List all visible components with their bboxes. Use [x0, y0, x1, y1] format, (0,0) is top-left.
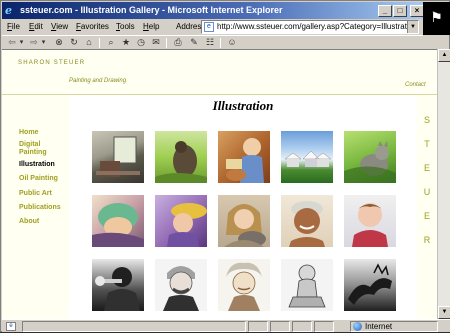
edit-icon[interactable]: ✎ [188, 36, 200, 49]
vertical-letter: E [423, 163, 430, 173]
menu-favorites[interactable]: Favorites [76, 19, 109, 35]
site-header: SHARON STEUER Painting and Drawing Conta… [2, 50, 437, 95]
forward-arrow-icon[interactable]: ⇨ [28, 36, 40, 49]
home-icon[interactable]: ⌂ [83, 36, 95, 49]
stop-icon[interactable]: ⊗ [53, 36, 65, 49]
menu-file[interactable]: File [7, 19, 20, 35]
status-panel [22, 321, 246, 332]
windows-logo-throbber: ⚑ [423, 2, 450, 35]
menu-view[interactable]: View [51, 19, 68, 35]
site-tagline: Painting and Drawing [69, 78, 127, 84]
status-bar: e Internet [2, 319, 450, 332]
vertical-name-strip: S T E U E R [417, 95, 437, 319]
favorites-icon[interactable]: ★ [120, 36, 132, 49]
mark-twain-portrait-thumbnail[interactable] [155, 259, 207, 311]
menu-help[interactable]: Help [143, 19, 159, 35]
status-panel [248, 321, 268, 332]
dog-in-grass-thumbnail[interactable] [155, 131, 207, 183]
nav-item-illustration[interactable]: Illustration [19, 161, 67, 169]
maximize-button[interactable]: □ [393, 5, 407, 17]
gallery-main: Illustration [69, 95, 417, 319]
address-dropdown-icon[interactable]: ▼ [407, 21, 418, 33]
snowy-village-thumbnail[interactable] [281, 131, 333, 183]
vertical-letter: R [423, 235, 431, 245]
discuss-icon[interactable]: ☷ [204, 36, 216, 49]
sidebar-nav: Home Digital Painting Illustration Oil P… [2, 95, 69, 319]
smiling-child-thumbnail[interactable] [281, 195, 333, 247]
search-icon[interactable]: ⌕ [105, 36, 117, 49]
status-panel [270, 321, 290, 332]
address-bar[interactable]: e http://www.ssteuer.com/gallery.asp?Cat… [201, 20, 419, 34]
window-title: ssteuer.com - Illustration Gallery - Mic… [20, 5, 283, 15]
close-button[interactable]: × [410, 5, 424, 17]
page-viewport: SHARON STEUER Painting and Drawing Conta… [2, 49, 437, 319]
page-icon: e [204, 22, 214, 32]
mail-icon[interactable]: ✉ [150, 36, 162, 49]
status-panel [292, 321, 312, 332]
nav-item-digital-painting[interactable]: Digital Painting [19, 141, 67, 157]
girl-in-hat-thumbnail[interactable] [155, 195, 207, 247]
refresh-icon[interactable]: ↻ [68, 36, 80, 49]
scroll-up-button[interactable]: ▲ [438, 49, 450, 62]
nav-item-oil-painting[interactable]: Oil Painting [19, 175, 67, 183]
window-and-chair-thumbnail[interactable] [92, 131, 144, 183]
back-arrow-icon[interactable]: ⇦ [6, 36, 18, 49]
print-icon[interactable]: ⎙ [172, 36, 184, 49]
forward-dropdown-icon[interactable]: ▾ [40, 36, 47, 49]
menu-tools[interactable]: Tools [116, 19, 135, 35]
toddler-thumbnail[interactable] [344, 195, 396, 247]
child-with-sandwich-thumbnail[interactable] [218, 131, 270, 183]
girl-with-cat-thumbnail[interactable] [218, 195, 270, 247]
sleeping-baby-thumbnail[interactable] [92, 195, 144, 247]
vertical-scrollbar[interactable]: ▲ ▼ [437, 49, 450, 319]
cat-in-grass-thumbnail[interactable] [344, 131, 396, 183]
vertical-letter: E [423, 211, 430, 221]
vertical-letter: S [423, 115, 430, 125]
nav-item-about[interactable]: About [19, 218, 67, 226]
ie-logo-icon: e [5, 4, 12, 17]
toolbar-separator [99, 38, 100, 48]
vertical-letter: U [423, 187, 431, 197]
history-icon[interactable]: ◷ [135, 36, 147, 49]
nav-item-public-art[interactable]: Public Art [19, 190, 67, 198]
seated-child-sketch-thumbnail[interactable] [281, 259, 333, 311]
zone-label: Internet [365, 322, 393, 331]
contact-link[interactable]: Contact [405, 82, 426, 88]
trumpet-player-thumbnail[interactable] [92, 259, 144, 311]
windows-flag-icon: ⚑ [430, 10, 443, 26]
zone-panel [350, 321, 438, 332]
address-url[interactable]: http://www.ssteuer.com/gallery.asp?Categ… [217, 21, 418, 33]
vertical-letter: T [424, 139, 430, 149]
messenger-icon[interactable]: ☺ [226, 36, 238, 49]
toolbar-separator [220, 38, 221, 48]
toolbar-separator [166, 38, 167, 48]
standard-toolbar: ⇦ ▾ ⇨ ▾ ⊗ ↻ ⌂ ⌕ ★ ◷ ✉ ⎙ ✎ ☷ ☺ [2, 35, 423, 49]
scroll-down-button[interactable]: ▼ [438, 306, 450, 319]
internet-globe-icon [353, 322, 362, 331]
title-bar: e ssteuer.com - Illustration Gallery - M… [2, 2, 424, 19]
minimize-button[interactable]: _ [378, 5, 392, 17]
back-dropdown-icon[interactable]: ▾ [18, 36, 25, 49]
status-panel [314, 321, 334, 332]
menu-edit[interactable]: Edit [29, 19, 43, 35]
nav-item-home[interactable]: Home [19, 129, 67, 137]
einstein-portrait-thumbnail[interactable] [218, 259, 270, 311]
dragon-sketch-thumbnail[interactable] [344, 259, 396, 311]
page-title: Illustration [212, 98, 274, 113]
browser-window: e ssteuer.com - Illustration Gallery - M… [0, 0, 450, 332]
site-name[interactable]: SHARON STEUER [18, 60, 85, 66]
nav-item-publications[interactable]: Publications [19, 204, 67, 212]
page-done-icon: e [6, 322, 16, 331]
